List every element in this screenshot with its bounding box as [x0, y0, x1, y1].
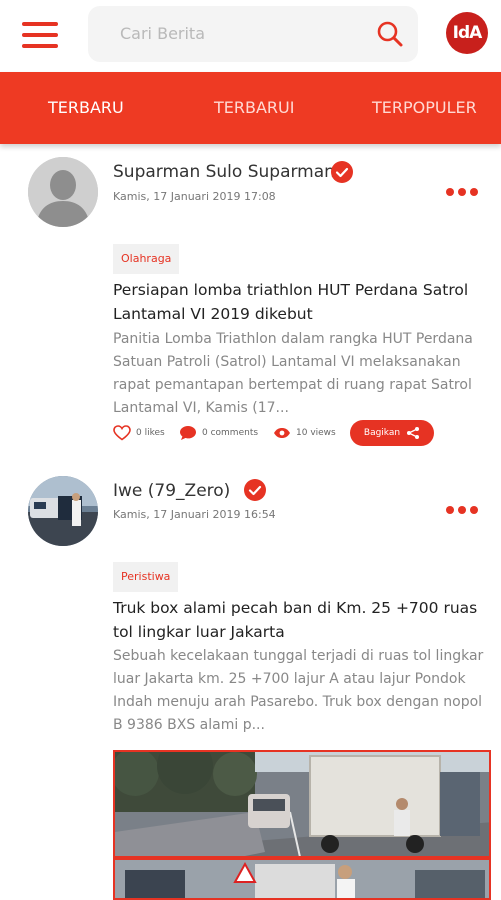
category-badge[interactable]: Peristiwa: [113, 562, 179, 592]
comments-count: 0 comments: [202, 428, 259, 438]
post-timestamp: Kamis, 17 Januari 2019 16:54: [113, 508, 276, 521]
post-title[interactable]: Persiapan lomba triathlon HUT Perdana Sa…: [113, 278, 493, 326]
eye-icon: [274, 428, 290, 438]
author-name[interactable]: Suparman Sulo Suparman: [113, 162, 335, 182]
share-icon: [407, 427, 420, 439]
tab-terbaru[interactable]: TERBARU: [48, 98, 124, 117]
truck-accident-photo: [115, 752, 489, 898]
view-stat: 10 views: [273, 420, 336, 446]
tab-terbarui[interactable]: TERBARUI: [214, 98, 294, 117]
app-logo[interactable]: IdA: [446, 12, 488, 54]
author-name[interactable]: Iwe (79_Zero): [113, 481, 230, 501]
likes-count: 0 likes: [136, 428, 165, 438]
post-title[interactable]: Truk box alami pecah ban di Km. 25 +700 …: [113, 596, 493, 644]
share-button[interactable]: Bagikan: [350, 420, 434, 446]
tab-terpopuler[interactable]: TERPOPULER: [372, 98, 477, 117]
post-image[interactable]: [113, 750, 491, 900]
verified-badge-icon: [244, 479, 266, 501]
hamburger-menu-icon[interactable]: [22, 22, 58, 48]
search-bar[interactable]: Cari Berita: [88, 6, 418, 62]
share-label: Bagikan: [363, 428, 401, 438]
avatar[interactable]: [28, 157, 98, 227]
default-avatar-icon: [28, 157, 98, 227]
search-icon[interactable]: [376, 20, 404, 48]
post-timestamp: Kamis, 17 Januari 2019 17:08: [113, 190, 276, 203]
user-photo: [28, 476, 98, 546]
comment-icon[interactable]: [179, 425, 197, 441]
category-badge[interactable]: Olahraga: [113, 244, 180, 274]
more-options-icon[interactable]: [446, 506, 480, 516]
comment-stat[interactable]: 0 comments: [179, 420, 258, 446]
tab-bar: TERBARU TERBARUI TERPOPULER: [0, 72, 501, 144]
verified-badge-icon: [331, 161, 353, 183]
views-count: 10 views: [296, 428, 336, 438]
heart-icon[interactable]: [113, 425, 131, 441]
post-excerpt[interactable]: Panitia Lomba Triathlon dalam rangka HUT…: [113, 328, 493, 420]
post-stats: 0 likes 0 comments 10 views Bagikan: [113, 420, 443, 446]
search-input[interactable]: Cari Berita: [120, 24, 205, 43]
avatar[interactable]: [28, 476, 98, 546]
more-options-icon[interactable]: [446, 188, 480, 198]
app-header: Cari Berita IdA: [0, 0, 501, 72]
post-excerpt[interactable]: Sebuah kecelakaan tunggal terjadi di rua…: [113, 645, 493, 737]
like-stat[interactable]: 0 likes: [113, 420, 165, 446]
